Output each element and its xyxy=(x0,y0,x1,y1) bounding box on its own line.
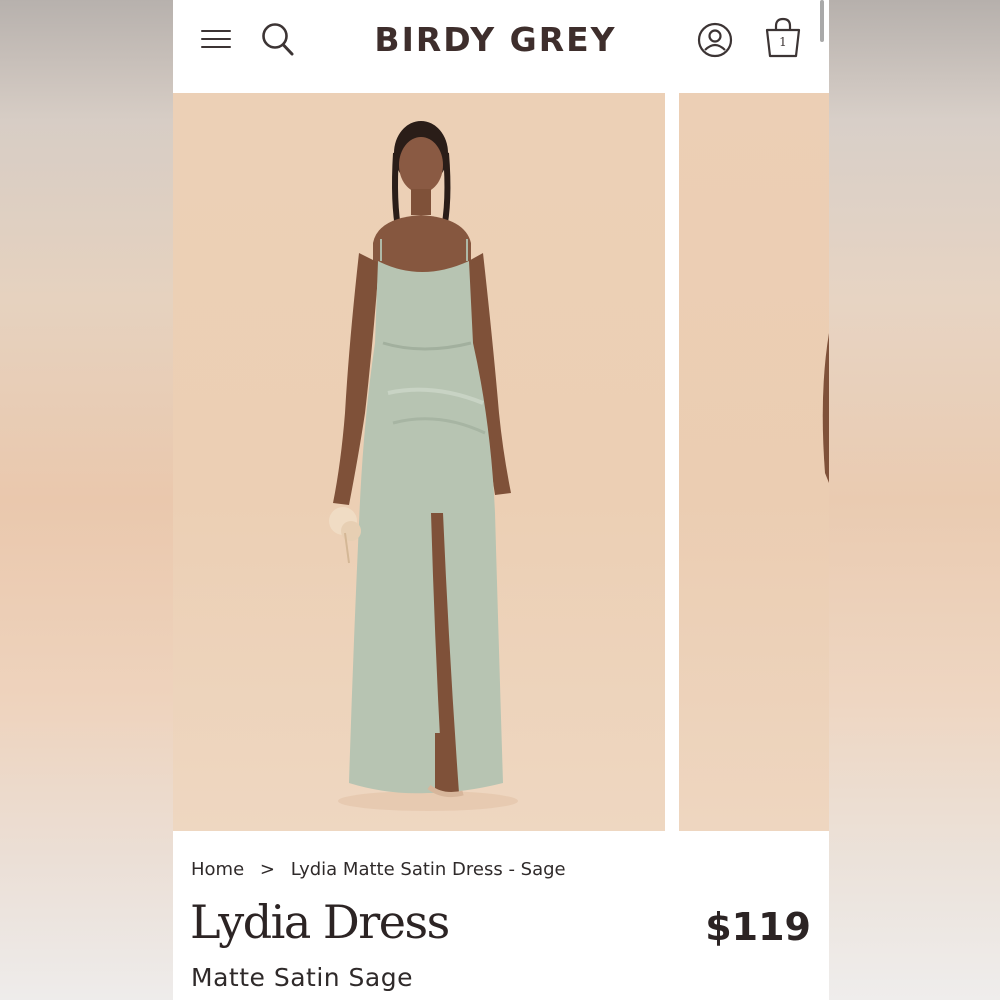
cart-count-badge: 1 xyxy=(779,35,787,49)
account-icon[interactable] xyxy=(697,22,733,58)
search-icon[interactable] xyxy=(261,22,295,58)
blurred-backdrop-right xyxy=(829,0,1000,1000)
product-title: Lydia Dress xyxy=(190,895,450,949)
product-photo-next[interactable] xyxy=(679,93,829,831)
product-photo-main[interactable] xyxy=(173,93,665,831)
breadcrumb-separator: > xyxy=(259,859,275,880)
blurred-backdrop-left xyxy=(0,0,173,1000)
breadcrumb: Home > Lydia Matte Satin Dress - Sage xyxy=(191,859,566,880)
menu-icon[interactable] xyxy=(201,27,231,51)
product-subtitle: Matte Satin Sage xyxy=(191,963,413,992)
breadcrumb-current[interactable]: Lydia Matte Satin Dress - Sage xyxy=(291,859,566,880)
product-image-carousel[interactable] xyxy=(173,93,829,831)
product-price: $119 xyxy=(705,905,811,949)
brand-logo[interactable]: BIRDY GREY xyxy=(373,20,618,59)
breadcrumb-home-link[interactable]: Home xyxy=(191,859,244,880)
site-header: BIRDY GREY 1 xyxy=(173,0,829,93)
shopping-bag-icon[interactable]: 1 xyxy=(763,17,803,59)
mobile-screen: BIRDY GREY 1 Home > Lydia Matte Satin Dr… xyxy=(173,0,829,1000)
